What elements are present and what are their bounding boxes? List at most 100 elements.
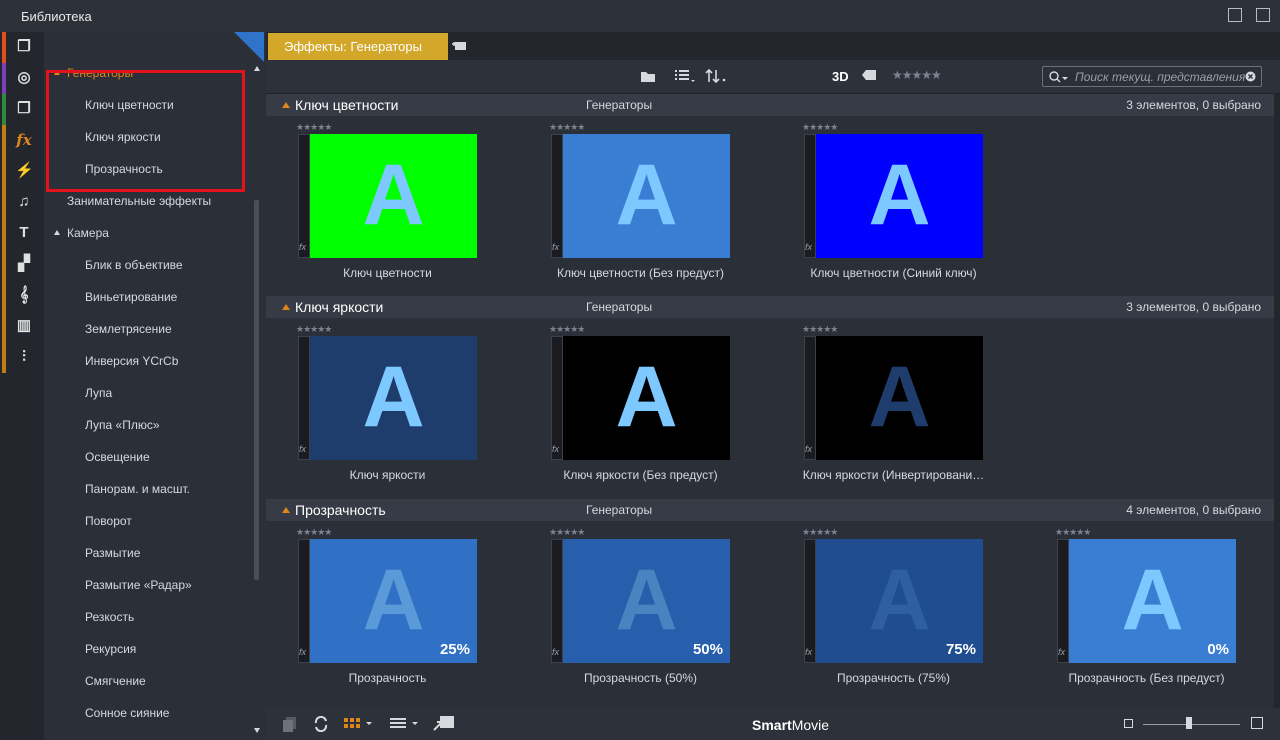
rating-stars[interactable]: ★★★★★ xyxy=(549,324,585,335)
tree-scrollbar[interactable] xyxy=(254,200,259,580)
tree-item[interactable]: Освещение xyxy=(85,447,150,467)
music-note-icon[interactable]: ♫ xyxy=(15,193,33,211)
detach-icon[interactable] xyxy=(1228,8,1242,22)
effect-preview[interactable]: A xyxy=(310,336,477,460)
tree-item[interactable]: Панорам. и масшт. xyxy=(85,479,190,499)
tree-item[interactable]: Инверсия YCrCb xyxy=(85,351,178,371)
effect-preview[interactable]: A xyxy=(816,336,983,460)
effect-thumbnail-card[interactable]: ★★★★★ fx A Ключ яркости xyxy=(266,324,477,504)
collapse-triangle-icon[interactable] xyxy=(282,507,290,513)
zoom-small-icon[interactable] xyxy=(1124,719,1133,728)
rating-stars[interactable]: ★★★★★ xyxy=(802,324,838,335)
effect-preview[interactable]: A 75% xyxy=(816,539,983,663)
tree-item[interactable]: Виньетирование xyxy=(85,287,177,307)
list-view-icon[interactable] xyxy=(674,69,696,83)
search-box[interactable]: Поиск текущ. представления xyxy=(1042,66,1262,87)
copy-icon[interactable] xyxy=(282,716,298,732)
effect-preview[interactable]: A xyxy=(816,134,983,258)
sidebar-category-item[interactable]: ♫ xyxy=(0,187,44,218)
effect-preview[interactable]: A 0% xyxy=(1069,539,1236,663)
tree-item[interactable]: Рекурсия xyxy=(85,639,136,659)
section-header[interactable]: Ключ яркости Генераторы 3 элементов, 0 выб… xyxy=(266,296,1280,318)
zoom-handle[interactable] xyxy=(1186,717,1192,729)
tree-item[interactable]: Резкость xyxy=(85,607,134,627)
effect-thumbnail-card[interactable]: ★★★★★ fx A Ключ цветности (Синий ключ) xyxy=(772,122,983,302)
sidebar-category-item[interactable]: ⫶ xyxy=(0,342,44,373)
pin-corner-icon[interactable] xyxy=(234,32,264,62)
collapse-triangle-icon[interactable] xyxy=(282,102,290,108)
sidebar-category-item[interactable]: fx xyxy=(0,125,44,156)
tree-item[interactable]: Размытие «Радар» xyxy=(85,575,192,595)
effect-thumbnail-card[interactable]: ★★★★★ fx A 75% Прозрачность (75%) xyxy=(772,527,983,707)
tree-scroll-down-icon[interactable] xyxy=(254,728,260,733)
tag-icon[interactable] xyxy=(862,70,876,80)
clear-search-icon[interactable] xyxy=(1245,71,1256,82)
tree-item[interactable]: Сонное сияние xyxy=(85,703,169,723)
sidebar-category-item[interactable]: ◎ xyxy=(0,63,44,94)
sidebar-category-item[interactable]: 𝄞 xyxy=(0,280,44,311)
rating-stars[interactable]: ★★★★★ xyxy=(802,527,838,538)
effect-preview[interactable]: A 25% xyxy=(310,539,477,663)
tab-effects-generators[interactable]: Эффекты: Генераторы xyxy=(268,33,448,60)
piano-icon[interactable]: ▥ xyxy=(15,317,33,335)
effect-preview[interactable]: A xyxy=(310,134,477,258)
box-icon[interactable]: ❒ xyxy=(15,38,33,56)
sidebar-category-item[interactable]: ▞ xyxy=(0,249,44,280)
waveform-icon[interactable]: ⫶ xyxy=(15,348,33,366)
smartmovie-brand[interactable]: SmartMovie xyxy=(752,717,829,733)
sidebar-category-item[interactable]: ❐ xyxy=(0,94,44,125)
rating-stars[interactable]: ★★★★★ xyxy=(1055,527,1091,538)
section-header[interactable]: Прозрачность Генераторы 4 элементов, 0 выб… xyxy=(266,499,1280,521)
tree-item[interactable]: Смягчение xyxy=(85,671,146,691)
rating-stars[interactable]: ★★★★★ xyxy=(296,527,332,538)
rating-stars[interactable]: ★★★★★ xyxy=(296,324,332,335)
rating-stars[interactable]: ★★★★★ xyxy=(549,527,585,538)
collapse-triangle-icon[interactable] xyxy=(282,304,290,310)
sidebar-category-item[interactable]: ❒ xyxy=(0,32,44,63)
sort-icon[interactable] xyxy=(705,68,729,84)
sync-icon[interactable] xyxy=(313,716,329,732)
tree-item[interactable]: Камера xyxy=(67,223,109,243)
search-input[interactable]: Поиск текущ. представления xyxy=(1075,70,1245,84)
tree-item[interactable]: Занимательные эффекты xyxy=(67,191,211,211)
fx-icon[interactable]: fx xyxy=(15,131,33,149)
add-tab-icon[interactable] xyxy=(452,40,468,52)
maximize-icon[interactable] xyxy=(1256,8,1270,22)
text-icon[interactable]: T xyxy=(15,224,33,242)
effect-thumbnail-card[interactable]: ★★★★★ fx A Ключ цветности (Без предуст) xyxy=(519,122,730,302)
content-scrollbar[interactable] xyxy=(1274,94,1280,708)
effect-thumbnail-card[interactable]: ★★★★★ fx A Ключ яркости (Без предуст) xyxy=(519,324,730,504)
grid-view-icon[interactable] xyxy=(344,718,372,730)
sidebar-category-item[interactable]: ⚡ xyxy=(0,156,44,187)
rating-stars[interactable]: ★★★★★ xyxy=(802,122,838,133)
section-header[interactable]: Ключ цветности Генераторы 3 элементов, 0 в… xyxy=(266,94,1280,116)
lightning-icon[interactable]: ⚡ xyxy=(15,162,34,180)
tree-item[interactable]: Размытие xyxy=(85,543,140,563)
tree-item[interactable]: Землетрясение xyxy=(85,319,172,339)
list-layout-icon[interactable] xyxy=(390,718,420,730)
effect-preview[interactable]: A xyxy=(563,336,730,460)
rating-stars[interactable]: ★★★★★ xyxy=(549,122,585,133)
tree-scroll-up-icon[interactable] xyxy=(254,66,260,71)
3d-toggle[interactable]: 3D xyxy=(832,69,849,84)
expand-triangle-icon[interactable] xyxy=(54,230,60,235)
tree-item[interactable]: Лупа «Плюс» xyxy=(85,415,160,435)
rating-filter-stars[interactable]: ★★★★★ xyxy=(892,68,942,82)
send-to-icon[interactable] xyxy=(432,714,456,734)
effect-thumbnail-card[interactable]: ★★★★★ fx A 50% Прозрачность (50%) xyxy=(519,527,730,707)
effect-preview[interactable]: A 50% xyxy=(563,539,730,663)
tree-item[interactable]: Поворот xyxy=(85,511,132,531)
tree-item[interactable]: Блик в объективе xyxy=(85,255,183,275)
pages-icon[interactable]: ❐ xyxy=(15,100,33,118)
clef-icon[interactable]: 𝄞 xyxy=(15,286,33,304)
effect-thumbnail-card[interactable]: ★★★★★ fx A Ключ цветности xyxy=(266,122,477,302)
effect-thumbnail-card[interactable]: ★★★★★ fx A 25% Прозрачность xyxy=(266,527,477,707)
montage-icon[interactable]: ▞ xyxy=(15,255,33,273)
effect-thumbnail-card[interactable]: ★★★★★ fx A 0% Прозрачность (Без предуст) xyxy=(1025,527,1236,707)
sidebar-category-item[interactable]: ▥ xyxy=(0,311,44,342)
rating-stars[interactable]: ★★★★★ xyxy=(296,122,332,133)
tree-item[interactable]: Лупа xyxy=(85,383,112,403)
sidebar-category-item[interactable]: T xyxy=(0,218,44,249)
effect-thumbnail-card[interactable]: ★★★★★ fx A Ключ яркости (Инвертировани… xyxy=(772,324,984,504)
folder-icon[interactable] xyxy=(640,69,656,83)
